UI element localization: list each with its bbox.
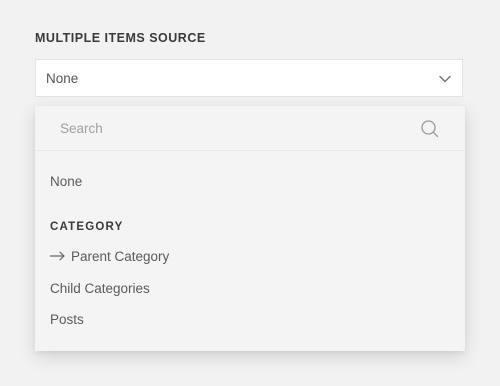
search-icon — [421, 120, 439, 138]
search-row — [35, 106, 465, 151]
option-none[interactable]: None — [50, 174, 82, 189]
field-label: MULTIPLE ITEMS SOURCE — [35, 31, 206, 45]
select-current-value: None — [46, 71, 79, 86]
option-posts[interactable]: Posts — [50, 312, 84, 327]
option-parent-category[interactable]: Parent Category — [50, 249, 169, 264]
arrow-right-icon — [50, 252, 65, 261]
multiple-items-source-select[interactable]: None — [35, 59, 463, 97]
option-child-categories[interactable]: Child Categories — [50, 281, 150, 296]
search-input[interactable] — [49, 116, 420, 140]
option-label: Parent Category — [71, 249, 170, 264]
chevron-down-icon[interactable] — [438, 72, 452, 86]
group-heading-category: CATEGORY — [50, 221, 124, 233]
dropdown-menu: None CATEGORY Parent Category Child Cate… — [35, 106, 465, 351]
